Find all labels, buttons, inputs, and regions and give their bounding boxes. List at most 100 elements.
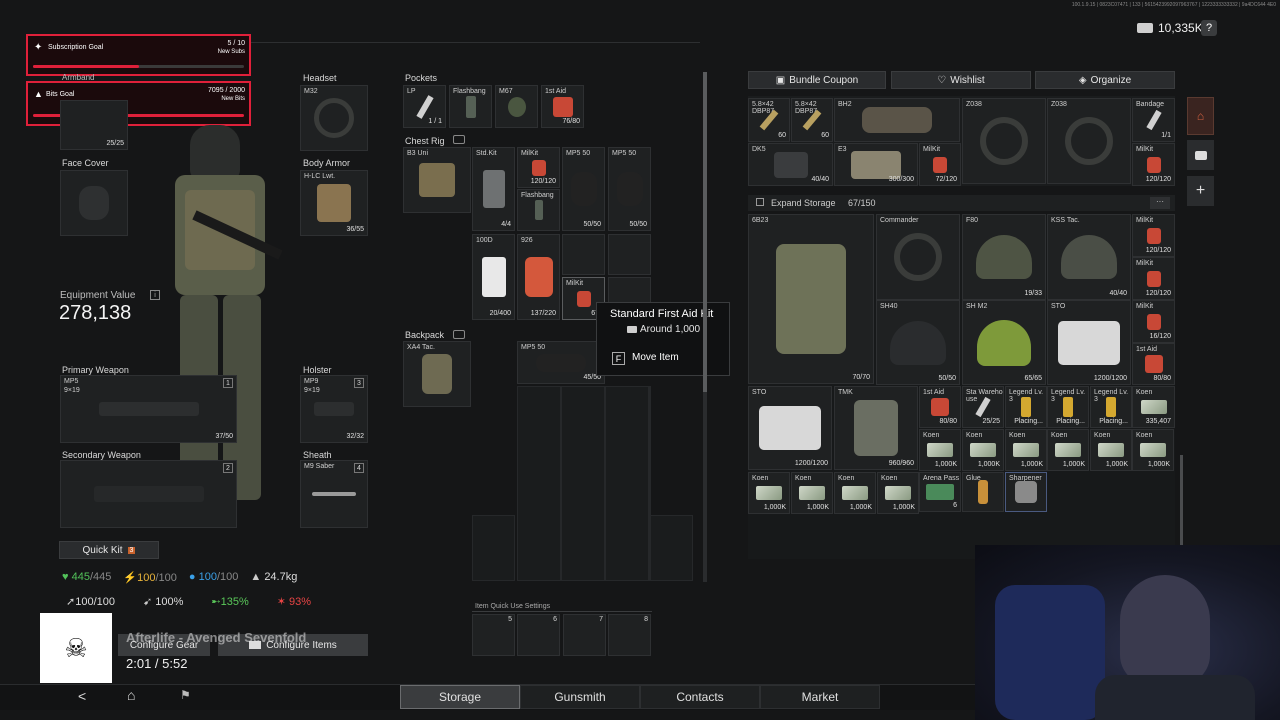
rig-item-milkit[interactable]: MilKit 120/120 xyxy=(517,147,560,188)
rig-empty-1[interactable] xyxy=(562,234,605,275)
more-button[interactable]: ··· xyxy=(1150,197,1170,209)
backpack-lock-icon[interactable] xyxy=(453,330,465,339)
stash-item-koen[interactable]: Koen 1,000K xyxy=(834,472,876,514)
stash-item[interactable]: Legend Lv. 3 Placing... xyxy=(1047,386,1089,428)
pocket-slot-3[interactable]: M67 xyxy=(495,85,538,128)
chest-rig-slot[interactable]: B3 Uni xyxy=(403,147,471,213)
stat3-value: 135% xyxy=(220,596,249,608)
primary-weapon-slot[interactable]: MP5 9×19 1 37/50 xyxy=(60,375,237,443)
sheath-slot[interactable]: M9 Saber 4 xyxy=(300,460,368,528)
stash-scrollbar[interactable] xyxy=(1180,455,1183,555)
organize-button[interactable]: ◈ Organize xyxy=(1035,71,1175,89)
stash-item[interactable]: 5.8×42 DBP87 60 xyxy=(791,98,833,142)
body-armor-slot[interactable]: H-LC Lwt. 36/55 xyxy=(300,170,368,236)
stash-item[interactable]: STO 1200/1200 xyxy=(1047,300,1131,385)
stash-item[interactable]: Commander xyxy=(876,214,960,300)
stash-item[interactable]: Arena Pass 6 xyxy=(919,472,961,512)
stash-item[interactable]: DK5 40/40 xyxy=(748,143,833,186)
stash-item[interactable]: Koen 335,407 xyxy=(1132,386,1175,428)
stash-item-koen[interactable]: Koen 1,000K xyxy=(748,472,790,514)
rig-item-name: MP5 50 xyxy=(612,150,637,157)
backpack-slot[interactable]: XA4 Tac. xyxy=(403,341,471,407)
tooltip-action[interactable]: Move Item xyxy=(632,352,679,363)
rig-item-926[interactable]: 926 137/220 xyxy=(517,234,560,320)
scrollbar-thumb[interactable] xyxy=(703,72,707,392)
stash-item[interactable]: Legend Lv. 3 Placing... xyxy=(1005,386,1047,428)
rig-empty-2[interactable] xyxy=(608,234,651,275)
face-cover-slot[interactable] xyxy=(60,170,128,236)
stash-item[interactable]: SH M2 65/65 xyxy=(962,300,1046,385)
armband-slot[interactable]: 25/25 xyxy=(60,100,128,150)
pocket-slot-1[interactable]: LP 1 / 1 xyxy=(403,85,446,128)
tab-contacts[interactable]: Contacts xyxy=(640,685,760,709)
stash-item-koen[interactable]: Koen 1,000K xyxy=(1090,429,1132,471)
quick-use-slot-7[interactable]: 7 xyxy=(563,614,606,656)
rig-item-mag-1[interactable]: MP5 50 50/50 xyxy=(562,147,605,231)
stash-item[interactable]: MilKit 120/120 xyxy=(1132,257,1175,300)
vertical-scrollbar[interactable] xyxy=(703,72,707,582)
quick-use-slot-8[interactable]: 8 xyxy=(608,614,651,656)
home-side-button[interactable]: ⌂ xyxy=(1187,97,1214,135)
stash-item-koen[interactable]: Koen 1,000K xyxy=(962,429,1004,471)
headset-slot[interactable]: M32 xyxy=(300,85,368,151)
rig-item-stdkit[interactable]: Std.Kit 4/4 xyxy=(472,147,515,231)
stash-item[interactable]: SH40 50/50 xyxy=(876,300,960,385)
stash-item-koen[interactable]: Koen 1,000K xyxy=(919,429,961,471)
stash-item[interactable]: MilKit 120/120 xyxy=(1132,143,1175,186)
quick-use-slot-6[interactable]: 6 xyxy=(517,614,560,656)
quick-use-slot-5[interactable]: 5 xyxy=(472,614,515,656)
money-amount: 10,335K xyxy=(1158,21,1203,35)
stash-item[interactable]: MilKit 72/120 xyxy=(919,143,961,186)
stash-item-koen[interactable]: Koen 1,000K xyxy=(1047,429,1089,471)
chest-rig-lock-icon[interactable] xyxy=(453,135,465,144)
stash-item[interactable]: Z038 xyxy=(962,98,1046,184)
stash-item[interactable]: KSS Tac. 40/40 xyxy=(1047,214,1131,300)
wishlist-button[interactable]: ♡ Wishlist xyxy=(891,71,1031,89)
flag-icon[interactable]: ⚑ xyxy=(180,688,191,702)
holster-slot[interactable]: MP9 9×19 3 32/32 xyxy=(300,375,368,443)
rig-item-flashbang[interactable]: Flashbang xyxy=(517,189,560,231)
bundle-coupon-button[interactable]: ▣ Bundle Coupon xyxy=(748,71,886,89)
backpack-item-mag[interactable]: MP5 50 45/50 xyxy=(517,341,605,384)
pocket-slot-2[interactable]: Flashbang xyxy=(449,85,492,128)
tab-market[interactable]: Market xyxy=(760,685,880,709)
stash-item[interactable]: Sta Wareho use 25/25 xyxy=(962,386,1004,428)
tab-gunsmith[interactable]: Gunsmith xyxy=(520,685,640,709)
back-button[interactable]: < xyxy=(78,688,86,704)
stash-item-koen[interactable]: Koen 1,000K xyxy=(877,472,919,514)
stash-item[interactable]: BH2 xyxy=(834,98,960,142)
chat-side-button[interactable] xyxy=(1187,140,1214,170)
stash-item[interactable]: Z038 xyxy=(1047,98,1131,184)
stash-item[interactable]: Glue xyxy=(962,472,1004,512)
stash-item[interactable]: Legend Lv. 3 Placing... xyxy=(1090,386,1132,428)
stash-item[interactable]: Bandage 1/1 xyxy=(1132,98,1175,142)
stash-item[interactable]: TMK 960/960 xyxy=(834,386,918,470)
info-icon[interactable]: i xyxy=(150,290,160,300)
stash-item[interactable]: Sharpener xyxy=(1005,472,1047,512)
stash-item[interactable]: 6B23 70/70 xyxy=(748,214,874,384)
stash-item[interactable]: 1st Aid 80/80 xyxy=(919,386,961,428)
secondary-weapon-slot[interactable]: 2 xyxy=(60,460,237,528)
rig-item-100d[interactable]: 100D 20/400 xyxy=(472,234,515,320)
expand-storage-label[interactable]: Expand Storage xyxy=(771,198,836,208)
quick-kit-button[interactable]: Quick Kit 3 xyxy=(59,541,159,559)
stash-item[interactable]: MilKit 120/120 xyxy=(1132,214,1175,257)
stash-item[interactable]: STO 1200/1200 xyxy=(748,386,832,470)
stash-item-koen[interactable]: Koen 1,000K xyxy=(791,472,833,514)
stash-item-koen[interactable]: Koen 1,000K xyxy=(1005,429,1047,471)
add-side-button[interactable]: + xyxy=(1187,176,1214,206)
help-button[interactable]: ? xyxy=(1201,20,1217,36)
stash-item-koen[interactable]: Koen 1,000K xyxy=(1132,429,1174,471)
stash-item[interactable]: F80 19/33 xyxy=(962,214,1046,300)
stash-item[interactable]: MilKit 16/120 xyxy=(1132,300,1175,343)
stash-item[interactable]: E3 300/300 xyxy=(834,143,918,186)
stash-item[interactable]: 5.8×42 DBP87 60 xyxy=(748,98,790,142)
pocket-slot-4[interactable]: 1st Aid 76/80 xyxy=(541,85,584,128)
home-button[interactable]: ⌂ xyxy=(127,687,135,703)
tab-storage[interactable]: Storage xyxy=(400,685,520,709)
rig-item-mag-2[interactable]: MP5 50 50/50 xyxy=(608,147,651,231)
cash-icon xyxy=(970,443,996,457)
stash-item[interactable]: 1st Aid 80/80 xyxy=(1132,343,1175,385)
backpack-grid xyxy=(517,386,651,581)
holster-caliber: 9×19 xyxy=(304,387,320,394)
